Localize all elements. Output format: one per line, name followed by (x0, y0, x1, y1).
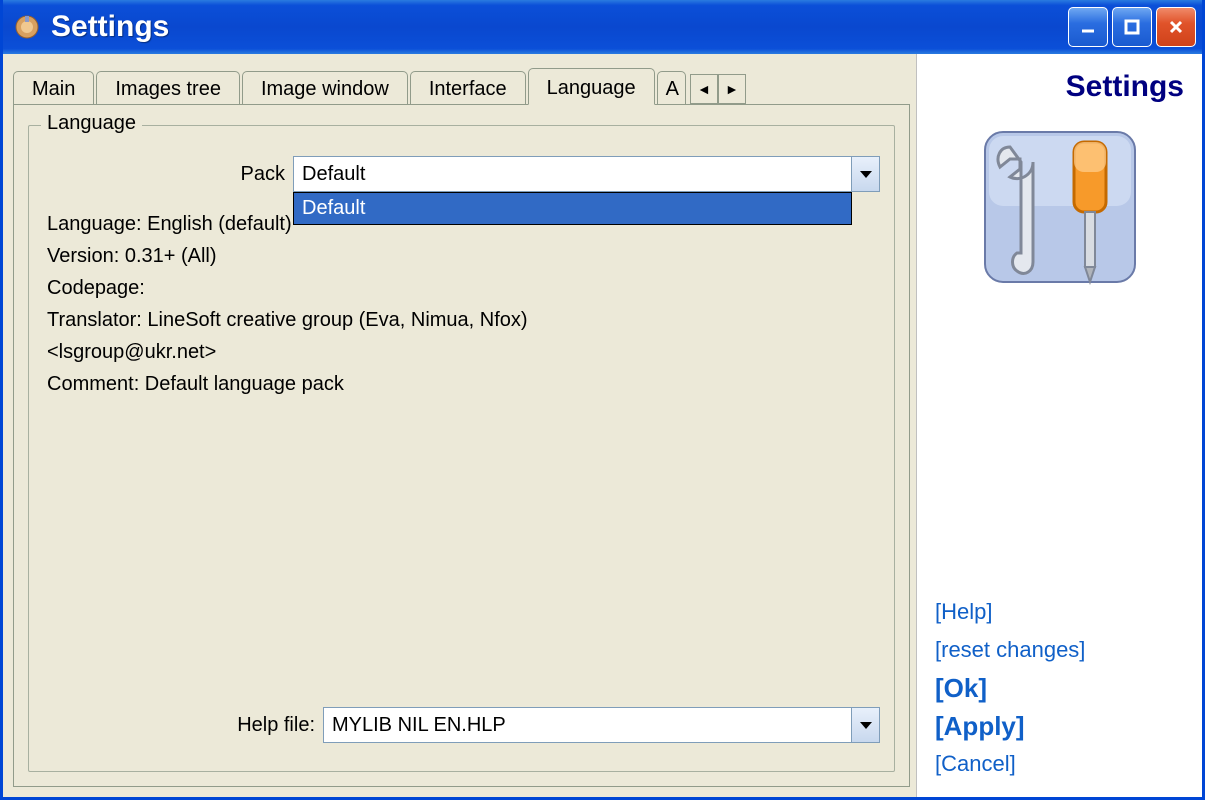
window-title: Settings (51, 10, 1068, 44)
pack-combo: Default Default (293, 156, 880, 192)
reset-changes-link[interactable]: [reset changes] (935, 633, 1184, 667)
tab-language[interactable]: Language (528, 68, 655, 105)
titlebar[interactable]: Settings (3, 0, 1202, 54)
help-link[interactable]: [Help] (935, 595, 1184, 629)
settings-tools-icon (975, 122, 1145, 297)
pack-row: Pack Default Default (43, 156, 880, 192)
tab-body: Language Pack Default Default (13, 104, 910, 787)
language-fieldset: Language Pack Default Default (28, 125, 895, 772)
pack-combo-dropdown: Default (293, 192, 852, 225)
tab-images-tree[interactable]: Images tree (96, 71, 240, 105)
ok-link[interactable]: [Ok] (935, 671, 1184, 705)
pack-label: Pack (43, 163, 293, 186)
window-controls (1068, 7, 1196, 47)
app-icon (13, 13, 41, 41)
tab-image-window[interactable]: Image window (242, 71, 408, 105)
info-comment: Comment: Default language pack (47, 368, 876, 400)
helpfile-combo-value: MYLIB NIL EN.HLP (324, 708, 851, 742)
tab-interface[interactable]: Interface (410, 71, 526, 105)
pack-option-default[interactable]: Default (294, 193, 851, 224)
cancel-link[interactable]: [Cancel] (935, 747, 1184, 781)
close-button[interactable] (1156, 7, 1196, 47)
tab-main[interactable]: Main (13, 71, 94, 105)
helpfile-combo-button[interactable] (851, 708, 879, 742)
triangle-left-icon: ◄ (697, 81, 711, 97)
tab-scroll-group: ◄ ► (690, 74, 746, 104)
tab-scroll-left[interactable]: ◄ (690, 74, 718, 104)
side-panel: Settings (916, 54, 1202, 797)
fieldset-legend: Language (41, 112, 142, 135)
side-title: Settings (935, 70, 1184, 104)
language-info: Language: English (default) Version: 0.3… (43, 204, 880, 404)
info-email: <lsgroup@ukr.net> (47, 336, 876, 368)
side-spacer (935, 307, 1184, 595)
settings-window: Settings Main Images tree Image window I… (0, 0, 1205, 800)
content-area: Main Images tree Image window Interface … (3, 54, 1202, 797)
maximize-button[interactable] (1112, 7, 1152, 47)
helpfile-combo-box[interactable]: MYLIB NIL EN.HLP (323, 707, 880, 743)
info-codepage: Codepage: (47, 272, 876, 304)
info-version: Version: 0.31+ (All) (47, 240, 876, 272)
info-translator: Translator: LineSoft creative group (Eva… (47, 304, 876, 336)
apply-link[interactable]: [Apply] (935, 709, 1184, 743)
pack-combo-box[interactable]: Default (293, 156, 880, 192)
helpfile-row: Help file: MYLIB NIL EN.HLP (43, 707, 880, 743)
pack-combo-value: Default (294, 157, 851, 191)
helpfile-combo: MYLIB NIL EN.HLP (323, 707, 880, 743)
tab-scroll-right[interactable]: ► (718, 74, 746, 104)
triangle-right-icon: ► (725, 81, 739, 97)
minimize-button[interactable] (1068, 7, 1108, 47)
main-panel: Main Images tree Image window Interface … (3, 54, 916, 797)
helpfile-label: Help file: (43, 714, 323, 737)
pack-combo-button[interactable] (851, 157, 879, 191)
side-links: [Help] [reset changes] [Ok] [Apply] [Can… (935, 595, 1184, 781)
tab-partial[interactable]: A (657, 71, 686, 105)
tabs-row: Main Images tree Image window Interface … (13, 64, 910, 104)
